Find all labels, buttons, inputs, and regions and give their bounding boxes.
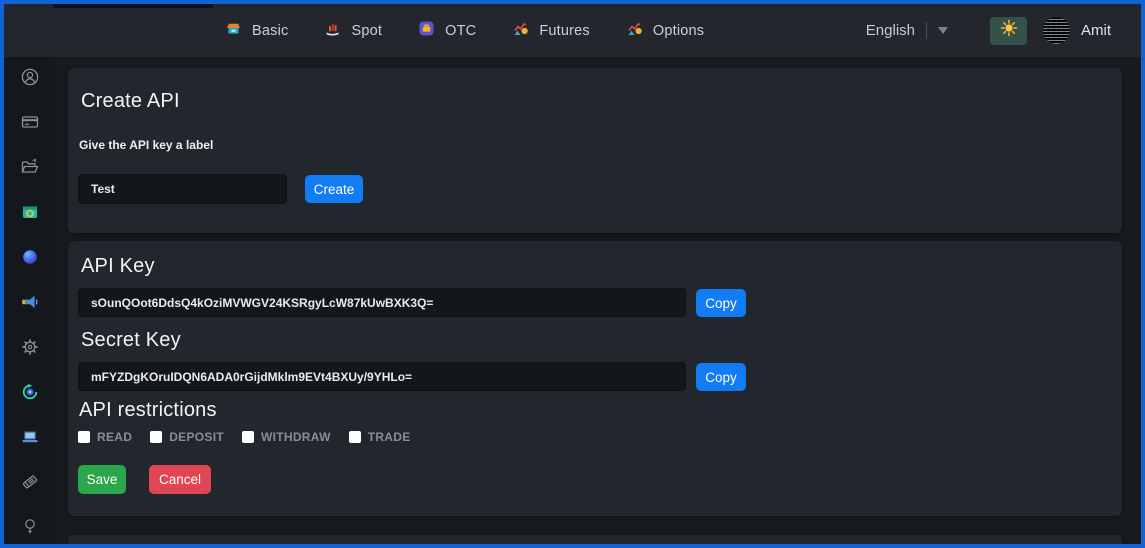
api-restrictions-title: API restrictions <box>79 399 217 421</box>
create-api-title: Create API <box>81 90 180 112</box>
copy-secret-key-button[interactable]: Copy <box>696 363 746 391</box>
secret-key-title: Secret Key <box>81 329 181 351</box>
api-label-caption: Give the API key a label <box>79 138 214 152</box>
nav-label: Options <box>652 22 705 39</box>
announcement-icon[interactable] <box>20 292 40 311</box>
checkbox-label: READ <box>97 430 133 444</box>
api-key-title: API Key <box>81 255 155 277</box>
user-name: Amit <box>1081 22 1111 39</box>
avatar[interactable] <box>1043 17 1070 44</box>
create-button[interactable]: Create <box>305 175 363 203</box>
create-api-card: Create API Give the API key a label Crea… <box>68 68 1122 233</box>
checkbox-label: WITHDRAW <box>260 430 331 444</box>
globe-icon[interactable] <box>20 247 40 266</box>
nav-tab-basic[interactable]: Basic <box>225 20 288 42</box>
checkbox-read[interactable]: READ <box>78 430 132 444</box>
checkbox-deposit[interactable]: DEPOSIT <box>150 430 224 444</box>
futures-icon <box>512 20 529 42</box>
nav-label: Futures <box>539 22 590 39</box>
device-icon[interactable] <box>20 427 40 446</box>
profile-icon[interactable] <box>20 67 40 86</box>
restrictions-checkbox-row: READ DEPOSIT WITHDRAW TRADE <box>78 430 411 444</box>
nav-label: Basic <box>252 22 289 39</box>
chevron-down-icon <box>938 27 948 34</box>
checkbox-withdraw[interactable]: WITHDRAW <box>241 430 331 444</box>
language-label: English <box>865 22 915 39</box>
tag-icon[interactable] <box>20 472 40 491</box>
api-details-card: API Key Copy Secret Key Copy API restric… <box>68 241 1122 516</box>
checkbox-box <box>348 431 361 443</box>
next-section-card <box>68 535 1122 544</box>
theme-toggle-button[interactable] <box>990 16 1027 45</box>
header-right-group: English Amit <box>866 4 1111 57</box>
secret-key-field[interactable] <box>78 362 686 391</box>
cancel-button[interactable]: Cancel <box>149 465 211 494</box>
main-nav: Basic Spot OTC Futures Options <box>225 4 704 57</box>
checkbox-box <box>150 431 163 443</box>
language-selector[interactable]: English <box>866 22 948 39</box>
nav-tab-futures[interactable]: Futures <box>512 20 590 42</box>
sun-icon <box>999 18 1019 43</box>
convert-icon[interactable] <box>20 382 40 401</box>
nav-label: OTC <box>445 22 477 39</box>
checkbox-label: TRADE <box>367 430 411 444</box>
nav-label: Spot <box>351 22 383 39</box>
bulb-icon[interactable] <box>20 517 40 536</box>
save-button[interactable]: Save <box>78 465 126 494</box>
window-top-notch <box>53 4 213 8</box>
folder-export-icon[interactable] <box>20 157 40 176</box>
nav-tab-spot[interactable]: Spot <box>324 20 382 42</box>
api-label-input[interactable] <box>78 174 287 204</box>
settings-icon[interactable] <box>20 337 40 356</box>
app-window: Basic Spot OTC Futures Options English A… <box>0 0 1145 548</box>
nav-tab-otc[interactable]: OTC <box>418 20 476 42</box>
checkbox-box <box>78 431 90 443</box>
copy-api-key-button[interactable]: Copy <box>696 289 746 317</box>
checkbox-trade[interactable]: TRADE <box>348 430 411 444</box>
card-icon[interactable] <box>20 112 40 131</box>
nav-tab-options[interactable]: Options <box>626 20 704 42</box>
options-icon <box>626 20 643 42</box>
divider <box>926 22 927 39</box>
api-key-field[interactable] <box>78 288 686 317</box>
checkbox-label: DEPOSIT <box>169 430 224 444</box>
otc-icon <box>418 20 435 42</box>
wallet-icon[interactable] <box>20 202 40 221</box>
checkbox-box <box>241 431 254 443</box>
basic-icon <box>225 20 242 42</box>
left-sidebar <box>4 57 55 544</box>
spot-icon <box>324 20 341 42</box>
top-header: Basic Spot OTC Futures Options English A… <box>4 4 1141 57</box>
